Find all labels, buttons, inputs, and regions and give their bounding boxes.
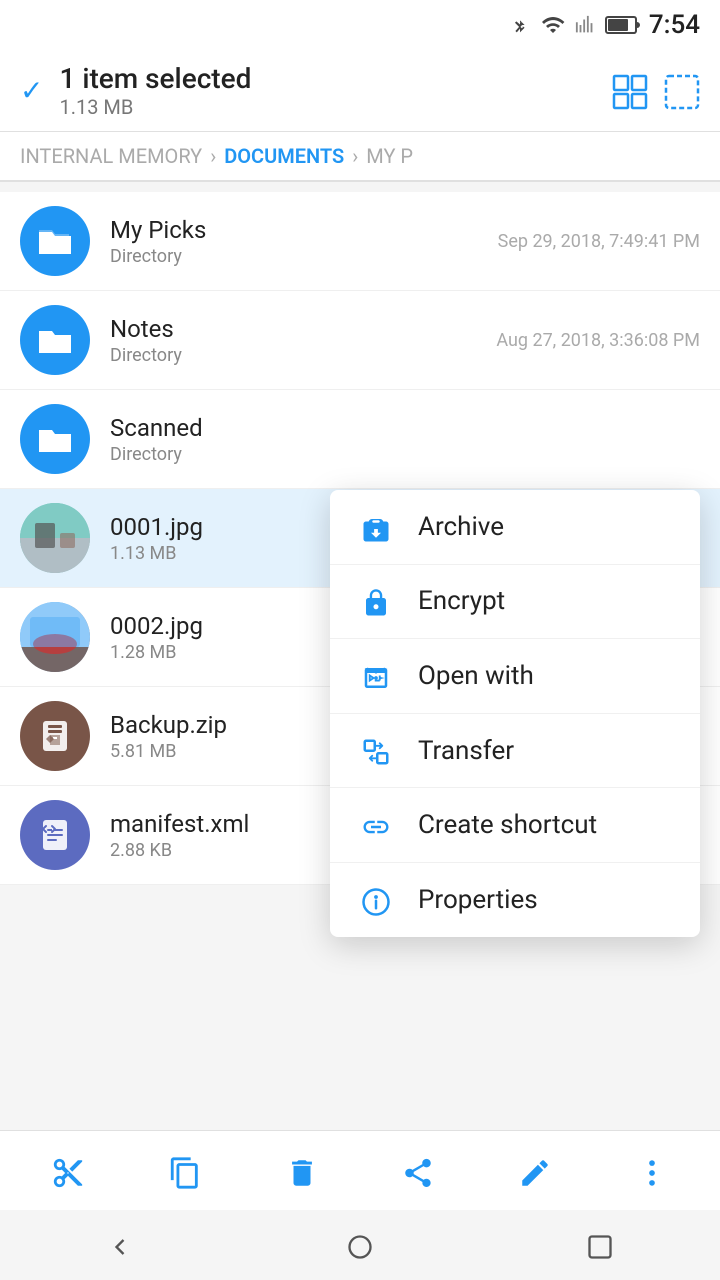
properties-label: Properties	[418, 885, 538, 915]
transfer-label: Transfer	[418, 736, 514, 766]
shortcut-icon	[358, 808, 394, 842]
file-info-notes: Notes Directory	[110, 315, 496, 366]
thumbnail-0001	[20, 503, 90, 573]
nav-bar	[0, 1210, 720, 1280]
file-item-notes[interactable]: Notes Directory Aug 27, 2018, 3:36:08 PM	[0, 291, 720, 390]
status-bar: 7:54	[0, 0, 720, 50]
encrypt-icon	[358, 585, 394, 619]
header-info: 1 item selected 1.13 MB	[59, 62, 251, 119]
file-info-scanned: Scanned Directory	[110, 414, 700, 465]
recents-button[interactable]	[586, 1229, 614, 1262]
edit-button[interactable]	[508, 1141, 562, 1200]
zip-icon-backup	[20, 701, 90, 771]
file-name-my-picks: My Picks	[110, 216, 498, 244]
info-icon	[358, 883, 394, 917]
file-item-my-picks[interactable]: My Picks Directory Sep 29, 2018, 7:49:41…	[0, 192, 720, 291]
bluetooth-icon	[509, 11, 531, 39]
share-button[interactable]	[391, 1141, 445, 1200]
transfer-icon	[358, 734, 394, 768]
header: ✓ 1 item selected 1.13 MB	[0, 50, 720, 132]
status-icons: 7:54	[509, 10, 700, 40]
more-button[interactable]	[625, 1141, 679, 1200]
file-type-my-picks: Directory	[110, 246, 498, 267]
file-type-notes: Directory	[110, 345, 496, 366]
file-type-scanned: Directory	[110, 444, 700, 465]
folder-icon-my-picks	[20, 206, 90, 276]
signal-icon	[575, 13, 597, 37]
context-menu: Archive Encrypt Open with	[330, 490, 700, 937]
cut-button[interactable]	[41, 1141, 95, 1200]
breadcrumb-myp[interactable]: MY P	[366, 144, 413, 168]
xml-icon-manifest	[20, 800, 90, 870]
create-shortcut-label: Create shortcut	[418, 810, 597, 840]
copy-button[interactable]	[158, 1141, 212, 1200]
archive-icon	[358, 510, 394, 544]
back-button[interactable]	[106, 1229, 134, 1262]
wifi-icon	[539, 13, 567, 37]
folder-icon-notes	[20, 305, 90, 375]
archive-label: Archive	[418, 512, 504, 542]
breadcrumb-documents[interactable]: DOCUMENTS	[224, 144, 344, 168]
home-button[interactable]	[346, 1229, 374, 1262]
open-with-icon	[358, 659, 394, 693]
file-item-scanned[interactable]: Scanned Directory	[0, 390, 720, 489]
bottom-toolbar	[0, 1130, 720, 1210]
select-more-button[interactable]	[664, 71, 700, 111]
header-subtitle: 1.13 MB	[59, 95, 251, 119]
header-title: 1 item selected	[59, 62, 251, 95]
breadcrumb-sep-1: ›	[210, 144, 216, 168]
select-all-button[interactable]	[612, 71, 648, 111]
thumbnail-0002	[20, 602, 90, 672]
breadcrumb-sep-2: ›	[352, 144, 358, 168]
breadcrumb: INTERNAL MEMORY › DOCUMENTS › MY P	[0, 132, 720, 182]
open-with-label: Open with	[418, 661, 534, 691]
header-left: ✓ 1 item selected 1.13 MB	[20, 62, 251, 119]
file-date-my-picks: Sep 29, 2018, 7:49:41 PM	[498, 231, 700, 252]
delete-button[interactable]	[275, 1141, 329, 1200]
file-date-notes: Aug 27, 2018, 3:36:08 PM	[496, 330, 700, 351]
battery-icon	[605, 14, 641, 36]
breadcrumb-internal-memory[interactable]: INTERNAL MEMORY	[20, 144, 202, 168]
menu-item-create-shortcut[interactable]: Create shortcut	[330, 788, 700, 863]
check-icon: ✓	[20, 74, 43, 107]
encrypt-label: Encrypt	[418, 586, 505, 616]
folder-icon-scanned	[20, 404, 90, 474]
status-time: 7:54	[649, 10, 700, 40]
file-info-my-picks: My Picks Directory	[110, 216, 498, 267]
menu-item-archive[interactable]: Archive	[330, 490, 700, 565]
file-name-scanned: Scanned	[110, 414, 700, 442]
menu-item-open-with[interactable]: Open with	[330, 639, 700, 714]
menu-item-encrypt[interactable]: Encrypt	[330, 565, 700, 640]
menu-item-transfer[interactable]: Transfer	[330, 714, 700, 789]
file-name-notes: Notes	[110, 315, 496, 343]
header-actions	[612, 71, 700, 111]
menu-item-properties[interactable]: Properties	[330, 863, 700, 937]
